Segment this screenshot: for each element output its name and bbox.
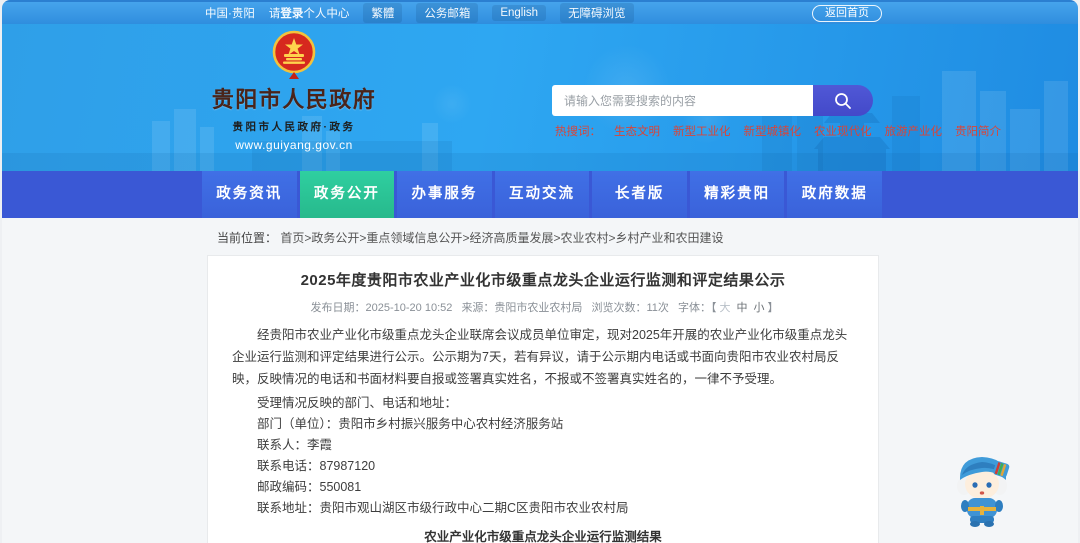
article-meta: 发布日期：2025-10-20 10:52 来源：贵阳市农业农村局 浏览次数：1… bbox=[232, 299, 854, 315]
breadcrumb-label: 当前位置： bbox=[217, 231, 278, 245]
hot-search-label: 热搜词： bbox=[555, 126, 601, 138]
main-navigation: 政务资讯 政务公开 办事服务 互动交流 长者版 精彩贵阳 政府数据 bbox=[2, 171, 1078, 218]
english-link[interactable]: English bbox=[492, 5, 547, 21]
traditional-chinese-link[interactable]: 繁體 bbox=[363, 3, 403, 23]
search-button[interactable] bbox=[813, 85, 873, 116]
breadcrumb-sep: > bbox=[608, 231, 616, 245]
search-bar bbox=[552, 85, 873, 116]
national-emblem-icon bbox=[272, 30, 316, 79]
nav-items: 政务资讯 政务公开 办事服务 互动交流 长者版 精彩贵阳 政府数据 bbox=[202, 171, 883, 218]
site-url: www.guiyang.gov.cn bbox=[235, 138, 353, 152]
article-body: 经贵阳市农业产业化市级重点龙头企业联席会议成员单位审定，现对2025年开展的农业… bbox=[232, 324, 854, 519]
login-link[interactable]: 请登录个人中心 bbox=[269, 5, 350, 21]
bracket: 【 bbox=[710, 302, 717, 314]
topbar-links: 中国·贵阳 请登录个人中心 繁體 公务邮箱 English 无障碍浏览 bbox=[205, 2, 634, 24]
region-link[interactable]: 中国·贵阳 bbox=[205, 5, 255, 21]
page: 中国·贵阳 请登录个人中心 繁體 公务邮箱 English 无障碍浏览 返回首页 bbox=[2, 0, 1078, 543]
font-size-mid[interactable]: 中 bbox=[736, 302, 747, 314]
paragraph-phone: 联系电话：87987120 bbox=[257, 459, 376, 473]
accessibility-link[interactable]: 无障碍浏览 bbox=[560, 3, 634, 23]
breadcrumb: 当前位置： 首页>政务公开>重点领域信息公开>经济高质量发展>农业农村>乡村产业… bbox=[217, 229, 724, 246]
search-icon bbox=[835, 92, 851, 109]
nav-item-banshi-fuwu[interactable]: 办事服务 bbox=[397, 171, 492, 218]
nav-item-jingcai-guiyang[interactable]: 精彩贵阳 bbox=[689, 171, 785, 218]
breadcrumb-xiangcun-chanye[interactable]: 乡村产业和农田建设 bbox=[616, 231, 724, 245]
content-area: 当前位置： 首页>政务公开>重点领域信息公开>经济高质量发展>农业农村>乡村产业… bbox=[2, 218, 1078, 543]
hot-word-link[interactable]: 旅游产业化 bbox=[885, 123, 943, 139]
paragraph-department: 部门（单位）：贵阳市乡村振兴服务中心农村经济服务站 bbox=[257, 417, 564, 431]
font-size-label: 字体： bbox=[677, 302, 711, 314]
hot-word-link[interactable]: 生态文明 bbox=[614, 123, 660, 139]
breadcrumb-nongye-nongcun[interactable]: 农业农村 bbox=[560, 231, 608, 245]
site-name: 贵阳市人民政府 bbox=[211, 87, 377, 112]
top-utility-bar: 中国·贵阳 请登录个人中心 繁體 公务邮箱 English 无障碍浏览 返回首页 bbox=[2, 0, 1078, 24]
hot-search-row: 热搜词： 生态文明 新型工业化 新型城镇化 农业现代化 旅游产业化 贵阳简介 bbox=[555, 123, 1001, 139]
breadcrumb-home[interactable]: 首页 bbox=[280, 231, 304, 245]
hot-word-link[interactable]: 新型工业化 bbox=[673, 123, 731, 139]
paragraph: 受理情况反映的部门、电话和地址： bbox=[257, 396, 458, 410]
search-input[interactable] bbox=[552, 85, 813, 116]
paragraph-address: 联系地址：贵阳市观山湖区市级行政中心二期C区贵阳市农业农村局 bbox=[257, 501, 629, 515]
nav-item-hudong-jiaoliu[interactable]: 互动交流 bbox=[494, 171, 590, 218]
official-mail-link[interactable]: 公务邮箱 bbox=[416, 3, 479, 23]
site-logo[interactable]: 贵阳市人民政府 贵阳市人民政府·政务 www.guiyang.gov.cn bbox=[208, 30, 380, 152]
publish-date: 发布日期：2025-10-20 10:52 bbox=[310, 302, 453, 314]
view-count: 浏览次数：11次 bbox=[591, 302, 669, 314]
return-home-button[interactable]: 返回首页 bbox=[812, 5, 882, 22]
table-caption: 农业产业化市级重点龙头企业运行监测结果 bbox=[424, 530, 662, 543]
mascot-icon[interactable] bbox=[950, 448, 1014, 528]
breadcrumb-zhongdian-lingyu[interactable]: 重点领域信息公开 bbox=[366, 231, 462, 245]
site-banner: 贵阳市人民政府 贵阳市人民政府·政务 www.guiyang.gov.cn 热搜… bbox=[2, 24, 1078, 171]
font-size-small[interactable]: 小 bbox=[753, 302, 764, 314]
site-subtitle: 贵阳市人民政府·政务 bbox=[232, 121, 356, 133]
hot-word-link[interactable]: 新型城镇化 bbox=[744, 123, 802, 139]
nav-item-zhengfu-shuju[interactable]: 政府数据 bbox=[787, 171, 883, 218]
breadcrumb-jingji[interactable]: 经济高质量发展 bbox=[469, 231, 553, 245]
paragraph: 经贵阳市农业产业化市级重点龙头企业联席会议成员单位审定，现对2025年开展的农业… bbox=[232, 328, 848, 386]
city-skyline-illustration bbox=[2, 71, 1078, 171]
article-card: 2025年度贵阳市农业产业化市级重点龙头企业运行监测和评定结果公示 发布日期：2… bbox=[207, 255, 879, 543]
article-title: 2025年度贵阳市农业产业化市级重点龙头企业运行监测和评定结果公示 bbox=[300, 272, 786, 289]
paragraph-contact-person: 联系人：李霞 bbox=[257, 438, 333, 452]
nav-item-zhengwu-zixun[interactable]: 政务资讯 bbox=[202, 171, 297, 218]
hot-word-link[interactable]: 农业现代化 bbox=[814, 123, 872, 139]
bracket: 】 bbox=[767, 302, 779, 314]
paragraph-postcode: 邮政编码：550081 bbox=[257, 480, 362, 494]
nav-item-zhangzhe-ban[interactable]: 长者版 bbox=[592, 171, 687, 218]
login-prefix: 请 bbox=[268, 8, 281, 20]
nav-item-zhengwu-gongkai[interactable]: 政务公开 bbox=[299, 171, 395, 218]
hot-word-link[interactable]: 贵阳简介 bbox=[955, 123, 1001, 139]
font-size-big[interactable]: 大 bbox=[719, 302, 730, 314]
login-suffix: 个人中心 bbox=[303, 8, 350, 20]
login-strong: 登录 bbox=[280, 8, 304, 20]
breadcrumb-zhengwu-gongkai[interactable]: 政务公开 bbox=[311, 231, 359, 245]
source: 来源：贵阳市农业农村局 bbox=[461, 302, 583, 314]
